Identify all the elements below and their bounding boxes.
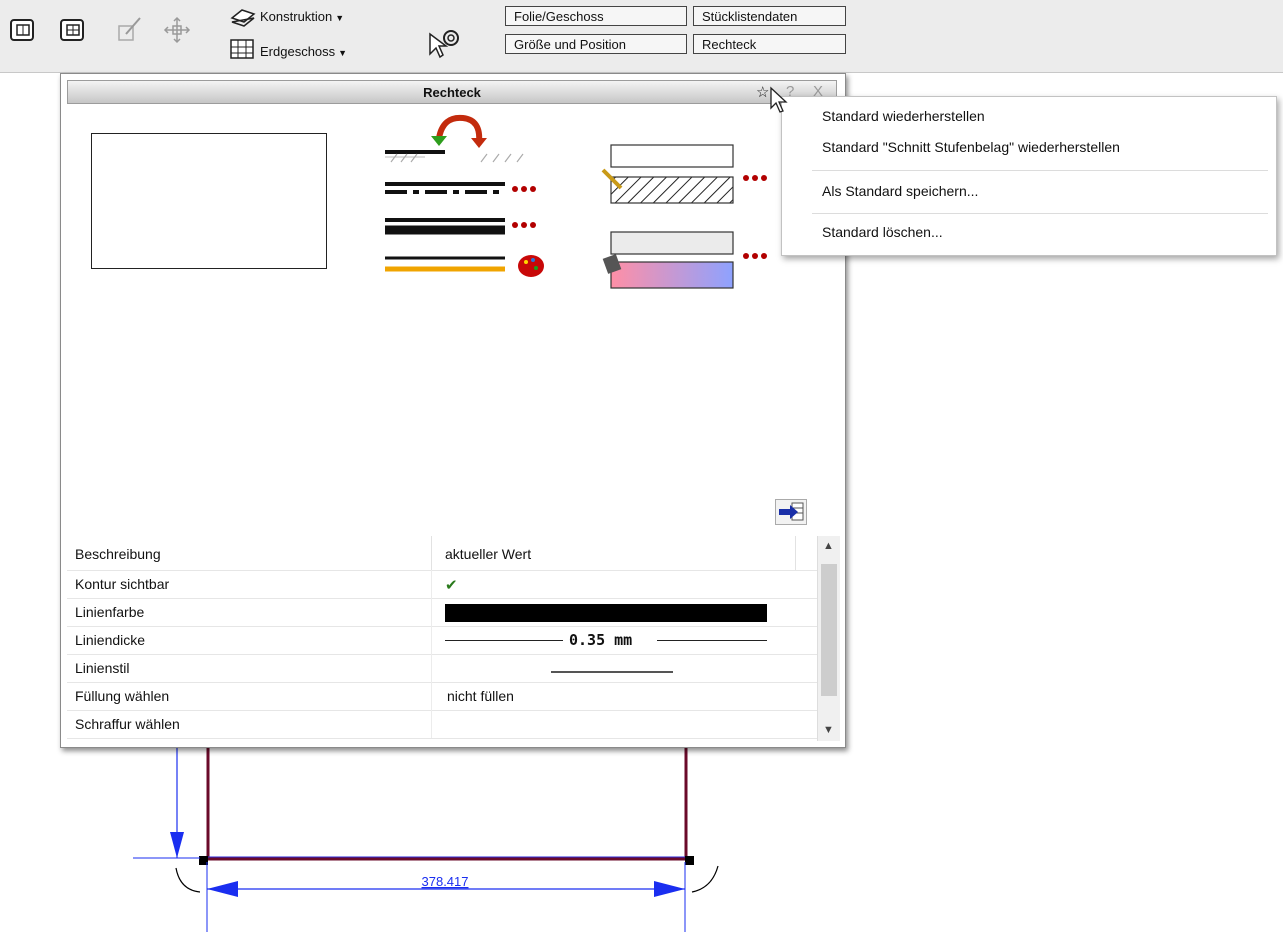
floor-dropdown[interactable]: Erdgeschoss ▼ xyxy=(260,44,347,59)
row-label: Linienstil xyxy=(75,660,130,676)
scroll-thumb[interactable] xyxy=(821,564,837,696)
layer-dropdown[interactable]: Konstruktion ▼ xyxy=(260,9,344,24)
column-header-value: aktueller Wert xyxy=(445,546,532,562)
mouse-cursor-icon xyxy=(770,86,788,113)
table-row[interactable]: Linienstil xyxy=(67,654,817,683)
stuecklistendaten-button[interactable]: Stücklistendaten xyxy=(693,6,846,26)
floorplan-grid-icon[interactable] xyxy=(58,14,86,44)
table-header: Beschreibung aktueller Wert xyxy=(67,536,817,571)
line-settings-panel xyxy=(385,114,544,277)
table-row[interactable]: Schraffur wählen xyxy=(67,710,817,739)
switch-arrow-icon[interactable] xyxy=(431,114,487,148)
row-label: Schraffur wählen xyxy=(75,716,180,732)
line-color-icon[interactable] xyxy=(385,255,544,277)
line-style-preview[interactable] xyxy=(551,671,673,673)
line-thickness-icon[interactable] xyxy=(385,218,536,235)
menu-item-restore-stufenbelag[interactable]: Standard "Schnitt Stufenbelag" wiederher… xyxy=(822,139,1120,155)
check-icon[interactable]: ✔ xyxy=(445,576,458,594)
line-color-swatch[interactable] xyxy=(445,604,767,622)
corner-handle-right[interactable] xyxy=(685,856,694,865)
table-row[interactable]: Kontur sichtbar ✔ xyxy=(67,570,817,599)
chevron-down-icon[interactable]: ▼ xyxy=(823,724,834,736)
pen-edit-icon[interactable] xyxy=(116,14,144,44)
table-row[interactable]: Liniendicke 0.35 mm xyxy=(67,626,817,655)
toolbar: Konstruktion ▼ Erdgeschoss ▼ Folie/Geschos… xyxy=(0,0,1283,73)
row-label: Füllung wählen xyxy=(75,688,170,704)
floor-dropdown-label: Erdgeschoss xyxy=(260,44,336,59)
dimension-value[interactable]: 378.417 xyxy=(422,874,469,889)
transfer-properties-button[interactable] xyxy=(775,499,807,525)
menu-separator xyxy=(812,170,1268,171)
row-label: Kontur sichtbar xyxy=(75,576,170,592)
rechteck-dialog: Rechteck ☆ ? X Beschreibung aktueller We… xyxy=(60,73,846,748)
pointer-gear-icon[interactable] xyxy=(424,24,464,60)
menu-separator xyxy=(812,213,1268,214)
dialog-titlebar[interactable]: Rechteck ☆ ? X xyxy=(67,80,837,104)
layer-dropdown-label: Konstruktion xyxy=(260,9,333,24)
rechteck-button[interactable]: Rechteck xyxy=(693,34,846,54)
column-header-description: Beschreibung xyxy=(75,546,161,562)
menu-item-restore-default[interactable]: Standard wiederherstellen xyxy=(822,108,985,124)
move-arrows-icon[interactable] xyxy=(163,14,191,44)
vertical-dimension xyxy=(133,740,200,859)
scrollbar[interactable]: ▲ ▼ xyxy=(817,536,840,741)
row-label: Linienfarbe xyxy=(75,604,145,620)
fill-icon[interactable] xyxy=(602,231,767,289)
fill-value[interactable]: nicht füllen xyxy=(447,688,514,704)
menu-item-delete-default[interactable]: Standard löschen... xyxy=(822,224,943,240)
rotate-handle-left[interactable] xyxy=(175,867,201,893)
layer-icon xyxy=(228,6,256,28)
preview-rectangle xyxy=(91,133,327,269)
line-thickness-value[interactable]: 0.35 mm xyxy=(569,631,632,649)
horizontal-dimension xyxy=(206,862,686,932)
pin-icon[interactable]: ☆ xyxy=(756,83,769,101)
dialog-title: Rechteck xyxy=(423,85,481,100)
row-label: Liniendicke xyxy=(75,632,146,648)
table-row[interactable]: Füllung wählen nicht füllen xyxy=(67,682,817,711)
chevron-down-icon: ▼ xyxy=(335,13,345,23)
floorplan-icon[interactable] xyxy=(8,14,36,44)
floor-icon xyxy=(228,34,256,62)
folie-geschoss-button[interactable]: Folie/Geschoss xyxy=(505,6,687,26)
menu-item-save-default[interactable]: Als Standard speichern... xyxy=(822,183,978,199)
rectangle-outline[interactable] xyxy=(206,740,688,861)
hatch-icon[interactable] xyxy=(601,168,767,204)
groesse-position-button[interactable]: Größe und Position xyxy=(505,34,687,54)
line-style-icon[interactable] xyxy=(385,182,536,194)
table-row[interactable]: Linienfarbe xyxy=(67,598,817,627)
context-menu: Standard wiederherstellen Standard "Schn… xyxy=(781,96,1277,256)
chevron-down-icon: ▼ xyxy=(338,48,348,58)
fill-settings-panel xyxy=(601,144,767,289)
chevron-up-icon[interactable]: ▲ xyxy=(823,540,834,552)
rotate-handle-right[interactable] xyxy=(691,865,719,893)
